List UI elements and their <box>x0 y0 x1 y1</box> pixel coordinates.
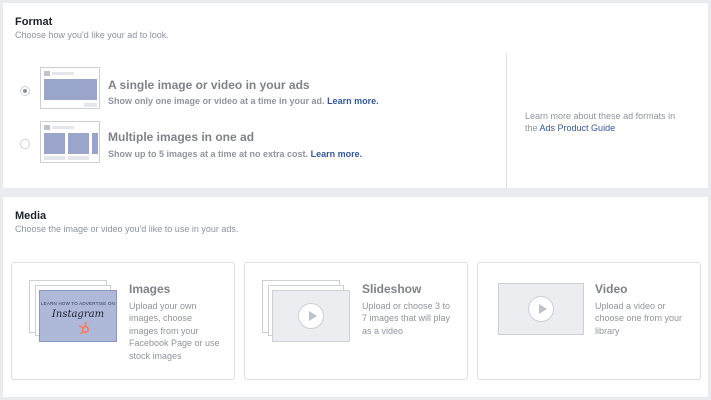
media-card-slideshow[interactable]: Slideshow Upload or choose 3 to 7 images… <box>244 262 468 380</box>
format-subtitle: Choose how you'd like your ad to look. <box>15 30 169 40</box>
multiple-images-learn-more-link[interactable]: Learn more. <box>311 149 363 159</box>
multiple-images-radio[interactable] <box>20 139 30 149</box>
play-icon <box>298 303 324 329</box>
media-card-images[interactable]: LEARN HOW TO ADVERTISE ON Instagram Imag… <box>11 262 235 380</box>
instagram-ad-thumbnail: LEARN HOW TO ADVERTISE ON Instagram <box>39 290 117 342</box>
images-card-title: Images <box>129 282 171 296</box>
media-title: Media <box>15 210 47 222</box>
format-divider <box>506 53 507 188</box>
format-title: Format <box>15 16 53 28</box>
hubspot-sprocket-icon <box>78 322 90 335</box>
multiple-images-title: Multiple images in one ad <box>108 130 255 144</box>
video-preview <box>498 283 584 335</box>
media-card-video[interactable]: Video Upload a video or choose one from … <box>477 262 701 380</box>
single-image-learn-more-link[interactable]: Learn more. <box>327 96 379 106</box>
media-panel: Media Choose the image or video you'd li… <box>3 197 708 397</box>
ads-product-guide-link[interactable]: Ads Product Guide <box>540 123 616 133</box>
format-help-text: Learn more about these ad formats in the… <box>525 111 676 133</box>
single-image-radio[interactable] <box>20 86 30 96</box>
slideshow-card-title: Slideshow <box>362 282 422 296</box>
video-card-description: Upload a video or choose one from your l… <box>595 301 683 336</box>
slideshow-preview <box>272 290 350 342</box>
format-panel: Format Choose how you'd like your ad to … <box>3 3 708 188</box>
images-card-description: Upload your own images, choose images fr… <box>129 301 220 361</box>
multiple-images-description: Show up to 5 images at a time at no extr… <box>108 149 363 159</box>
single-image-thumbnail-icon <box>40 67 100 109</box>
multiple-images-thumbnail-icon <box>40 121 100 163</box>
video-card-title: Video <box>595 282 628 296</box>
slideshow-card-description: Upload or choose 3 to 7 images that will… <box>362 301 451 336</box>
play-icon <box>528 296 554 322</box>
single-image-title: A single image or video in your ads <box>108 78 310 92</box>
media-subtitle: Choose the image or video you'd like to … <box>15 224 239 234</box>
single-image-description: Show only one image or video at a time i… <box>108 96 379 106</box>
